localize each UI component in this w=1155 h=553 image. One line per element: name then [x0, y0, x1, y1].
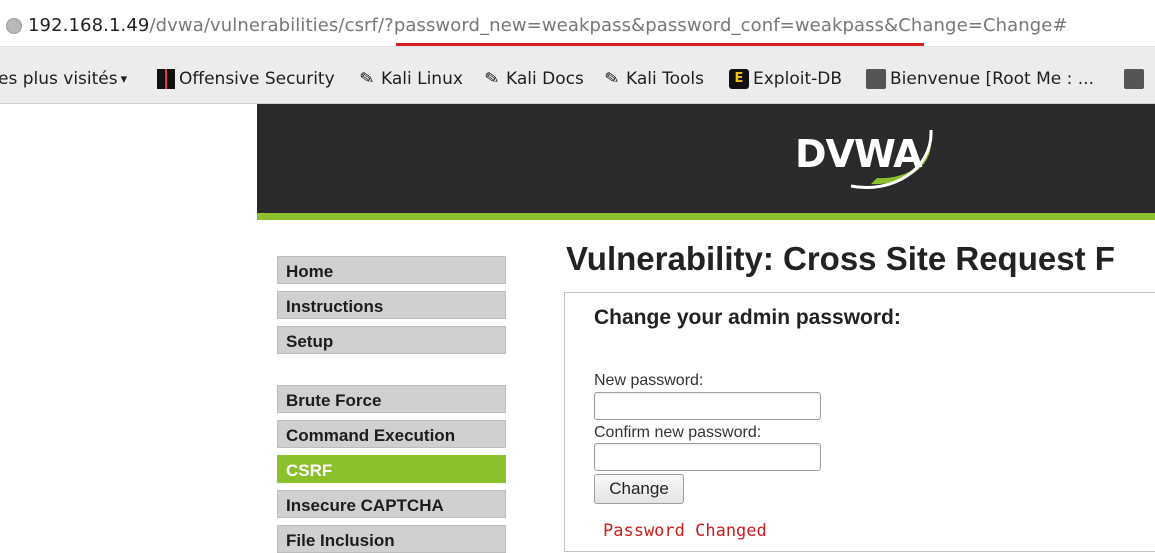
bookmark-label: Bienvenue [Root Me : ...: [890, 69, 1094, 89]
url-host: 192.168.1.49: [28, 15, 150, 36]
bookmark-label: Kali Linux: [381, 69, 463, 89]
annotation-underline: [396, 43, 924, 46]
kali-dragon-icon: ✎: [603, 67, 621, 91]
kali-dragon-icon: ✎: [358, 67, 376, 91]
site-info-icon[interactable]: [6, 18, 22, 34]
result-message: Password Changed: [603, 521, 767, 541]
new-password-label: New password:: [594, 372, 704, 389]
url-query: password_new=weakpass&password_conf=weak…: [393, 15, 1068, 36]
bookmark-root-me[interactable]: Bienvenue [Root Me : ...: [866, 69, 1094, 89]
root-me-icon: [1124, 69, 1144, 89]
page-title: Vulnerability: Cross Site Request F: [566, 240, 1115, 277]
bookmark-kali-tools[interactable]: ✎ Kali Tools: [602, 67, 704, 91]
dvwa-logo: DVWA: [791, 124, 941, 190]
bookmark-label: Kali Tools: [626, 69, 704, 89]
new-password-field[interactable]: [594, 392, 821, 420]
menu-file-inclusion[interactable]: File Inclusion: [277, 525, 506, 553]
bookmark-offensive-security[interactable]: Offensive Security: [157, 69, 335, 89]
menu-insecure-captcha[interactable]: Insecure CAPTCHA: [277, 490, 506, 518]
root-me-icon: [866, 69, 886, 89]
csrf-form-panel: [564, 292, 1155, 552]
bookmark-kali-docs[interactable]: ✎ Kali Docs: [482, 67, 584, 91]
menu-setup[interactable]: Setup: [277, 326, 506, 354]
menu-command-execution[interactable]: Command Execution: [277, 420, 506, 448]
exploit-db-icon: E: [729, 69, 749, 89]
menu-home[interactable]: Home: [277, 256, 506, 284]
bookmark-kali-linux[interactable]: ✎ Kali Linux: [357, 67, 463, 91]
kali-dragon-icon: ✎: [483, 67, 501, 91]
address-bar[interactable]: 192.168.1.49/dvwa/vulnerabilities/csrf/?…: [0, 0, 1155, 47]
chevron-down-icon: ▾: [120, 71, 128, 87]
bookmark-most-visited[interactable]: es plus visités ▾: [0, 69, 127, 89]
logo-text: DVWA: [795, 132, 923, 176]
bookmark-exploit-db[interactable]: E Exploit-DB: [729, 69, 842, 89]
header-accent-stripe: [257, 213, 1155, 220]
offensive-security-icon: [157, 69, 175, 89]
url-text[interactable]: 192.168.1.49/dvwa/vulnerabilities/csrf/?…: [28, 15, 1068, 36]
bookmarks-toolbar: es plus visités ▾ Offensive Security ✎ Kal…: [0, 47, 1155, 104]
confirm-password-field[interactable]: [594, 443, 821, 471]
form-title: Change your admin password:: [594, 306, 901, 329]
bookmark-label: Kali Docs: [506, 69, 584, 89]
dvwa-header: DVWA: [257, 104, 1155, 213]
menu-brute-force[interactable]: Brute Force: [277, 385, 506, 413]
menu-instructions[interactable]: Instructions: [277, 291, 506, 319]
bookmark-overflow[interactable]: [1124, 69, 1148, 89]
change-button[interactable]: Change: [594, 474, 684, 504]
url-path: /dvwa/vulnerabilities/csrf/?: [149, 15, 394, 36]
bookmark-label: Offensive Security: [179, 69, 335, 89]
menu-csrf[interactable]: CSRF: [277, 455, 506, 483]
bookmark-label: es plus visités: [0, 69, 118, 89]
confirm-password-label: Confirm new password:: [594, 424, 762, 441]
bookmark-label: Exploit-DB: [753, 69, 842, 89]
